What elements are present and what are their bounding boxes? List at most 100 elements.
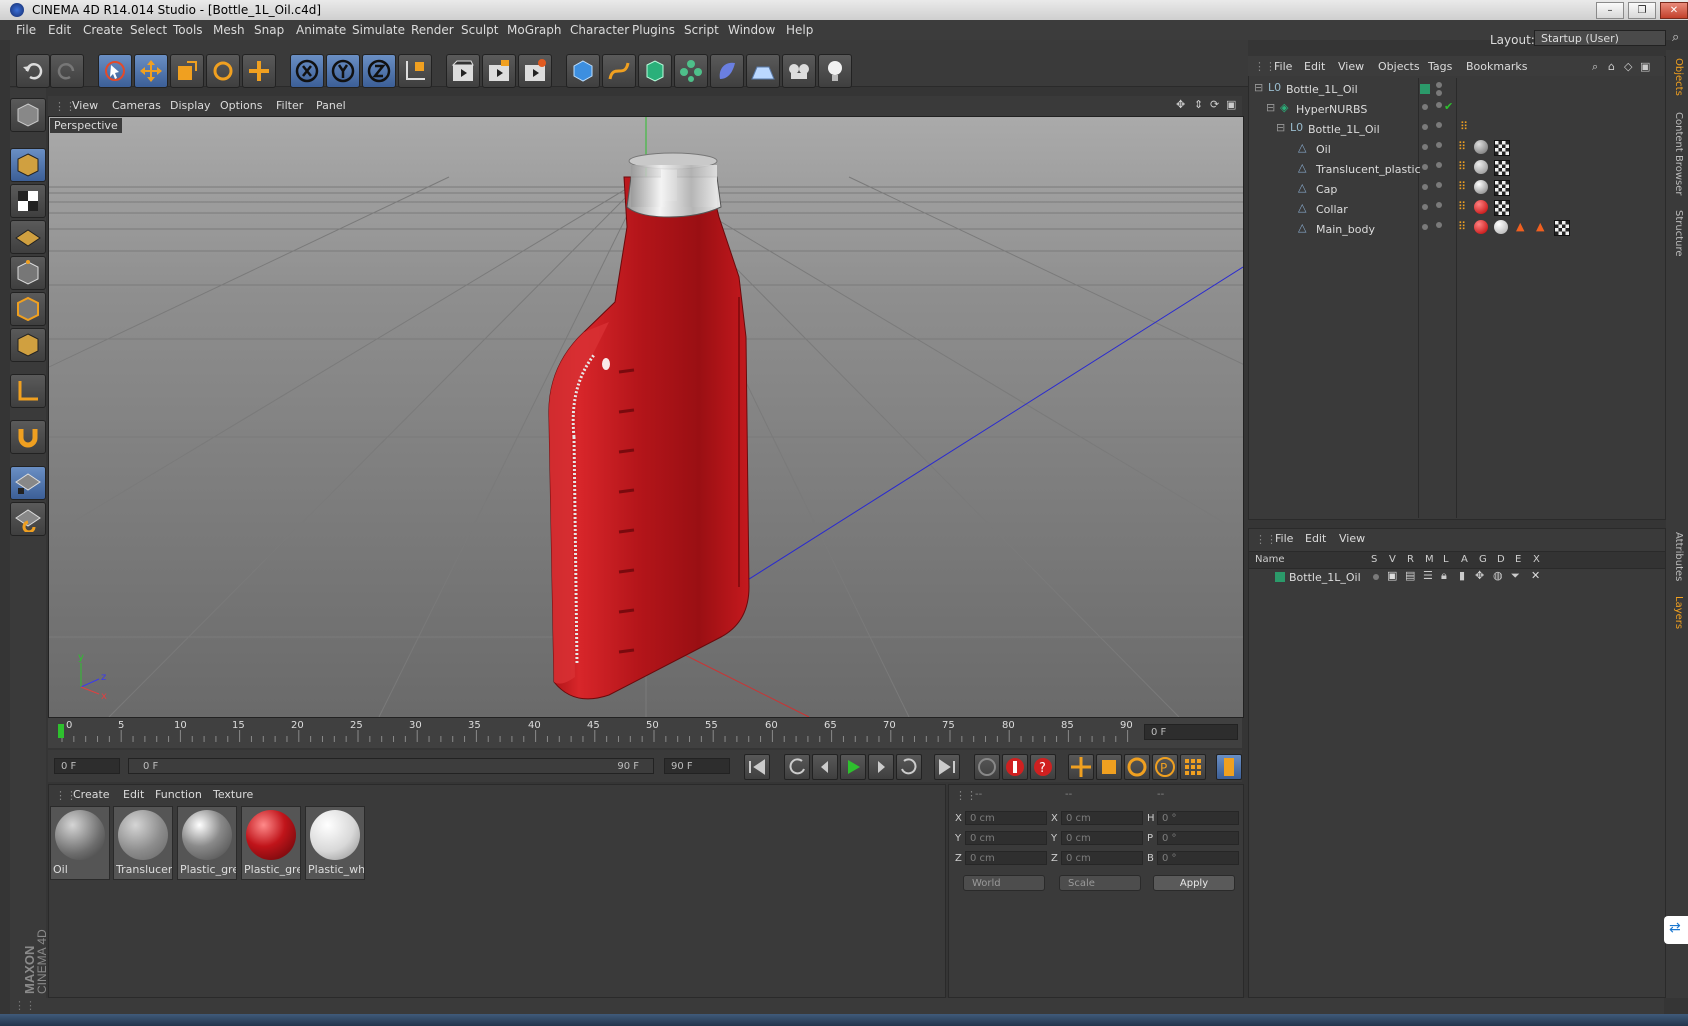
texture-mode-icon[interactable] xyxy=(10,184,46,218)
pos-z-field[interactable]: 0 cm xyxy=(965,851,1047,865)
z-axis-lock-icon[interactable] xyxy=(362,54,396,88)
tab-layers[interactable]: Layers xyxy=(1673,596,1684,629)
start-frame-field[interactable]: 0 F xyxy=(54,758,120,774)
workplane-mode-icon[interactable] xyxy=(10,220,46,254)
phong-tag-icon[interactable]: ⠿ xyxy=(1460,120,1468,133)
camera-icon[interactable] xyxy=(782,54,816,88)
menu-select[interactable]: Select xyxy=(130,23,167,37)
layer-animation-icon[interactable]: ▮ xyxy=(1459,569,1465,582)
menu-file[interactable]: File xyxy=(16,23,36,37)
axis-mode-icon[interactable] xyxy=(10,374,46,408)
editor-visibility-dot[interactable] xyxy=(1422,204,1428,210)
render-visibility-dot[interactable] xyxy=(1436,142,1442,148)
layer-solo-toggle[interactable] xyxy=(1373,574,1379,580)
editor-visibility-dot[interactable] xyxy=(1422,124,1428,130)
prev-frame-icon[interactable] xyxy=(812,754,838,780)
menu-sculpt[interactable]: Sculpt xyxy=(461,23,498,37)
editor-visibility-dot[interactable] xyxy=(1422,164,1428,170)
object-row-bottle-root[interactable]: ⊟ L0 Bottle_1L_Oil xyxy=(1250,80,1412,99)
object-row-hypernurbs[interactable]: ⊟ ◈ HyperNURBS xyxy=(1250,100,1412,119)
editor-visibility-dot[interactable] xyxy=(1436,82,1442,88)
key-rotation-icon[interactable] xyxy=(1124,754,1150,780)
go-to-start-icon[interactable] xyxy=(744,754,770,780)
editor-visibility-dot[interactable] xyxy=(1422,184,1428,190)
material-menu-create[interactable]: Create xyxy=(73,788,110,801)
material-tag-icon[interactable] xyxy=(1474,140,1488,154)
viewport-move-icon[interactable]: ✥ xyxy=(1176,98,1185,111)
key-pla-icon[interactable] xyxy=(1180,754,1206,780)
objects-menu-tags[interactable]: Tags xyxy=(1428,60,1452,73)
render-visibility-dot[interactable] xyxy=(1436,90,1442,96)
phong-tag-icon[interactable]: ⠿ xyxy=(1458,200,1466,213)
phong-tag-icon[interactable]: ⠿ xyxy=(1458,220,1466,233)
size-y-field[interactable]: 0 cm xyxy=(1061,831,1143,845)
recent-tool-icon[interactable] xyxy=(242,54,276,88)
spline-icon[interactable] xyxy=(602,54,636,88)
render-settings-icon[interactable] xyxy=(518,54,552,88)
layer-view-icon[interactable]: ▣ xyxy=(1387,569,1397,582)
points-mode-icon[interactable] xyxy=(10,256,46,290)
layers-menu-file[interactable]: File xyxy=(1275,532,1293,545)
menu-mograph[interactable]: MoGraph xyxy=(507,23,562,37)
editor-visibility-dot[interactable] xyxy=(1422,224,1428,230)
layer-expressions-icon[interactable]: ⏷ xyxy=(1511,569,1520,583)
render-visibility-dot[interactable] xyxy=(1436,182,1442,188)
key-scale-icon[interactable] xyxy=(1096,754,1122,780)
material-tag-icon[interactable] xyxy=(1474,180,1488,194)
enabled-check-icon[interactable]: ✔ xyxy=(1444,100,1453,113)
scale-tool-icon[interactable] xyxy=(170,54,204,88)
material-tag-icon[interactable] xyxy=(1474,200,1488,214)
nurbs-icon[interactable] xyxy=(638,54,672,88)
frame-range-slider[interactable]: 0 F 90 F xyxy=(128,758,654,774)
layers-menu-view[interactable]: View xyxy=(1339,532,1365,545)
render-visibility-dot[interactable] xyxy=(1436,122,1442,128)
edges-mode-icon[interactable] xyxy=(10,292,46,326)
layer-manager-icon[interactable]: ☰ xyxy=(1423,569,1433,582)
close-button[interactable]: ✕ xyxy=(1660,2,1688,19)
material-swatch-plastic-grey[interactable]: Plastic_gre xyxy=(177,806,237,880)
layer-deformers-icon[interactable]: ◍ xyxy=(1493,569,1503,582)
viewport-zoom-icon[interactable]: ⇕ xyxy=(1194,98,1203,111)
material-swatch-translucent[interactable]: Translucen xyxy=(113,806,173,880)
objects-menu-file[interactable]: File xyxy=(1274,60,1292,73)
light-icon[interactable] xyxy=(818,54,852,88)
minimize-panel-icon[interactable]: ◇ xyxy=(1624,60,1632,73)
material-menu-texture[interactable]: Texture xyxy=(213,788,253,801)
live-selection-icon[interactable] xyxy=(98,54,132,88)
layer-xref-icon[interactable]: ✕ xyxy=(1531,569,1540,582)
layer-generators-icon[interactable]: ✥ xyxy=(1475,569,1484,582)
material-tag-icon[interactable] xyxy=(1494,220,1508,234)
array-icon[interactable] xyxy=(674,54,708,88)
magnet-icon[interactable] xyxy=(10,420,46,454)
layout-dropdown[interactable]: Startup (User) xyxy=(1534,30,1666,46)
collapse-icon[interactable]: ⊟ xyxy=(1276,121,1285,134)
end-frame-field[interactable]: 90 F xyxy=(664,758,730,774)
menu-edit[interactable]: Edit xyxy=(48,23,71,37)
rot-b-field[interactable]: 0 ° xyxy=(1157,851,1239,865)
phong-tag-icon[interactable]: ⠿ xyxy=(1458,180,1466,193)
y-axis-lock-icon[interactable] xyxy=(326,54,360,88)
pos-x-field[interactable]: 0 cm xyxy=(965,811,1047,825)
layer-row[interactable]: Bottle_1L_Oil ▣ ▤ ☰ 🔒︎ ▮ ✥ ◍ ⏷ ✕ xyxy=(1249,569,1665,585)
bottle-model[interactable] xyxy=(548,152,750,700)
menu-create[interactable]: Create xyxy=(83,23,123,37)
material-tag-icon[interactable] xyxy=(1474,220,1488,234)
selection-tag-icon[interactable]: ▲ xyxy=(1516,220,1524,233)
maximize-button[interactable]: ❐ xyxy=(1628,2,1656,19)
render-to-picture-viewer-icon[interactable] xyxy=(482,54,516,88)
uvw-tag-icon[interactable] xyxy=(1554,220,1570,236)
tab-attributes[interactable]: Attributes xyxy=(1673,532,1684,581)
object-row-bottle-group[interactable]: ⊟ L0 Bottle_1L_Oil xyxy=(1250,120,1412,139)
render-visibility-dot[interactable] xyxy=(1436,162,1442,168)
object-row-translucent-plastic[interactable]: △ Translucent_plastic xyxy=(1250,160,1421,179)
objects-menu-objects[interactable]: Objects xyxy=(1378,60,1420,73)
phong-tag-icon[interactable]: ⠿ xyxy=(1458,160,1466,173)
uvw-tag-icon[interactable] xyxy=(1494,200,1510,216)
workplane-lock-icon[interactable] xyxy=(10,466,46,500)
menu-mesh[interactable]: Mesh xyxy=(213,23,245,37)
record-keys-icon[interactable] xyxy=(1002,754,1028,780)
make-editable-icon[interactable] xyxy=(10,98,46,132)
material-tag-icon[interactable] xyxy=(1474,160,1488,174)
motion-record-icon[interactable] xyxy=(974,754,1000,780)
viewport-menu-options[interactable]: Options xyxy=(220,99,262,112)
